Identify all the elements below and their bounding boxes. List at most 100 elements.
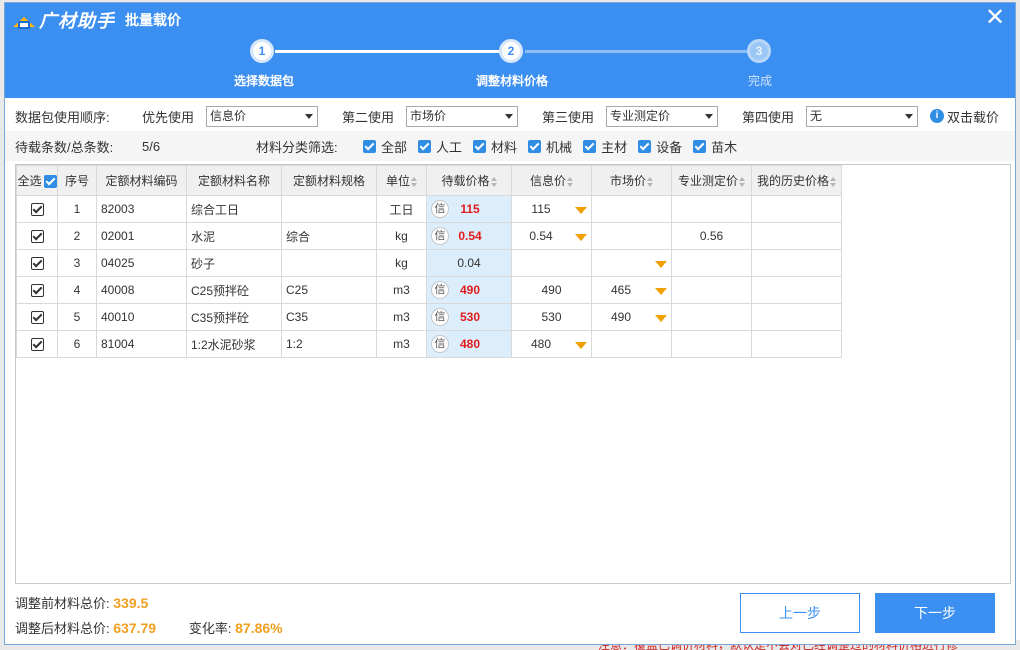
close-icon[interactable]: ✕: [983, 6, 1007, 31]
cell-spec: C35: [281, 303, 377, 331]
col-info-price[interactable]: 信息价: [511, 165, 592, 196]
checkbox-checked-icon: [528, 139, 542, 153]
dialog-header: 广材助手 批量载价 ✕ 1 2 3 选择数据包 调整材料价格 完成: [5, 3, 1015, 98]
table-row[interactable]: 1 82003 综合工日 工日 信 115 115: [16, 195, 842, 223]
col-unit[interactable]: 单位: [376, 165, 427, 196]
total-before-label: 调整前材料总价:: [15, 596, 110, 611]
filter-labor[interactable]: 人工: [418, 137, 462, 156]
table-row[interactable]: 2 02001 水泥 综合 kg 信 0.54 0.54 0.56: [16, 222, 842, 250]
dropdown-arrow-icon[interactable]: [655, 315, 667, 322]
table-row[interactable]: 4 40008 C25预拌砼 C25 m3 信 490 490 465: [16, 276, 842, 304]
cell-pending-price[interactable]: 信 115: [426, 195, 512, 223]
prev-step-button[interactable]: 上一步: [740, 593, 860, 633]
step-connector-2: [525, 50, 750, 53]
change-rate-label: 变化率:: [188, 621, 232, 636]
row-checkbox[interactable]: [16, 249, 58, 277]
col-pro-price[interactable]: 专业测定价: [671, 165, 752, 196]
cell-code: 04025: [96, 249, 187, 277]
cell-market-price: [591, 330, 672, 358]
step-1-circle: 1: [250, 39, 274, 63]
col-spec[interactable]: 定额材料规格: [281, 165, 377, 196]
cell-info-price[interactable]: 480: [511, 330, 592, 358]
filter-material[interactable]: 材料: [473, 137, 517, 156]
change-rate-value: 87.86%: [235, 620, 283, 636]
priority-2-label: 第二使用: [342, 109, 395, 125]
cell-info-price: 490: [511, 276, 592, 304]
cell-name: 水泥: [186, 222, 282, 250]
chevron-down-icon: [905, 113, 913, 119]
logo-icon: [13, 11, 35, 29]
cell-pending-price[interactable]: 信 480: [426, 330, 512, 358]
double-click-load-label: 双击载价: [947, 109, 1000, 125]
cell-market-price: [591, 222, 672, 250]
info-icon: i: [930, 109, 944, 123]
cell-market-price[interactable]: 465: [591, 276, 672, 304]
step-indicator: 1 2 3 选择数据包 调整材料价格 完成: [5, 37, 1015, 97]
col-market-price[interactable]: 市场价: [591, 165, 672, 196]
next-step-button[interactable]: 下一步: [875, 593, 995, 633]
filter-machinery[interactable]: 机械: [528, 137, 572, 156]
dropdown-arrow-icon[interactable]: [655, 288, 667, 295]
filter-main-material[interactable]: 主材: [583, 137, 627, 156]
cell-info-price[interactable]: 0.54: [511, 222, 592, 250]
dropdown-arrow-icon[interactable]: [575, 207, 587, 214]
cell-market-price[interactable]: [591, 249, 672, 277]
cell-pro-price: [671, 195, 752, 223]
cell-spec: 1:2: [281, 330, 377, 358]
filter-seedlings[interactable]: 苗木: [693, 137, 737, 156]
dropdown-arrow-icon[interactable]: [575, 342, 587, 349]
row-checkbox[interactable]: [16, 303, 58, 331]
double-click-load-hint[interactable]: i 双击载价: [930, 107, 999, 126]
row-checkbox[interactable]: [16, 276, 58, 304]
row-checkbox[interactable]: [16, 330, 58, 358]
cell-info-price: [511, 249, 592, 277]
count-label: 待载条数/总条数:: [15, 139, 114, 155]
cell-unit: kg: [376, 249, 427, 277]
chevron-down-icon: [305, 113, 313, 119]
checkbox-checked-icon: [363, 139, 376, 153]
cell-pending-price[interactable]: 信 530: [426, 303, 512, 331]
step-2-label: 调整材料价格: [475, 74, 548, 88]
source-info-icon: 信: [431, 281, 449, 299]
pending-price-value: 490: [459, 283, 481, 297]
dropdown-arrow-icon[interactable]: [655, 261, 667, 268]
priority-1-select[interactable]: 信息价: [206, 105, 318, 127]
cell-market-price[interactable]: 490: [591, 303, 672, 331]
row-checkbox[interactable]: [16, 222, 58, 250]
col-pending-price[interactable]: 待载价格: [426, 165, 512, 196]
cell-info-price[interactable]: 115: [511, 195, 592, 223]
cell-pending-price[interactable]: 信 490: [426, 276, 512, 304]
row-checkbox[interactable]: [16, 195, 58, 223]
filter-equipment[interactable]: 设备: [638, 137, 682, 156]
col-name[interactable]: 定额材料名称: [186, 165, 282, 196]
table-row[interactable]: 3 04025 砂子 kg 0.04: [16, 249, 842, 277]
cell-seq: 1: [57, 195, 97, 223]
table-row[interactable]: 5 40010 C35预拌砼 C35 m3 信 530 530 490: [16, 303, 842, 331]
cell-seq: 4: [57, 276, 97, 304]
source-info-icon: 信: [431, 335, 449, 353]
priority-4-select[interactable]: 无: [806, 105, 918, 127]
col-code[interactable]: 定额材料编码: [96, 165, 187, 196]
info-price-value: 115: [531, 202, 551, 216]
step-connector-1: [275, 50, 505, 53]
cell-history-price: [751, 303, 842, 331]
select-all-header[interactable]: 全选: [16, 165, 58, 196]
priority-2-select[interactable]: 市场价: [406, 105, 518, 127]
total-before-value: 339.5: [113, 595, 149, 611]
priority-3-value: 专业测定价: [610, 108, 671, 123]
cell-pending-price[interactable]: 信 0.54: [426, 222, 512, 250]
dropdown-arrow-icon[interactable]: [575, 234, 587, 241]
col-history-price-label: 我的历史价格: [756, 174, 829, 188]
filter-material-label: 材料: [491, 139, 518, 155]
col-history-price[interactable]: 我的历史价格: [751, 165, 842, 196]
source-info-icon: 信: [431, 227, 449, 245]
priority-3-select[interactable]: 专业测定价: [606, 105, 718, 127]
pending-price-value: 480: [459, 337, 481, 351]
cell-pending-price[interactable]: 0.04: [426, 249, 512, 277]
col-code-label: 定额材料编码: [105, 174, 178, 188]
total-after-value: 637.79: [113, 620, 157, 636]
priority-4-value: 无: [810, 108, 823, 123]
filter-all[interactable]: 全部: [363, 137, 407, 156]
table-row[interactable]: 6 81004 1:2水泥砂浆 1:2 m3 信 480 480: [16, 330, 842, 358]
cell-history-price: [751, 195, 842, 223]
